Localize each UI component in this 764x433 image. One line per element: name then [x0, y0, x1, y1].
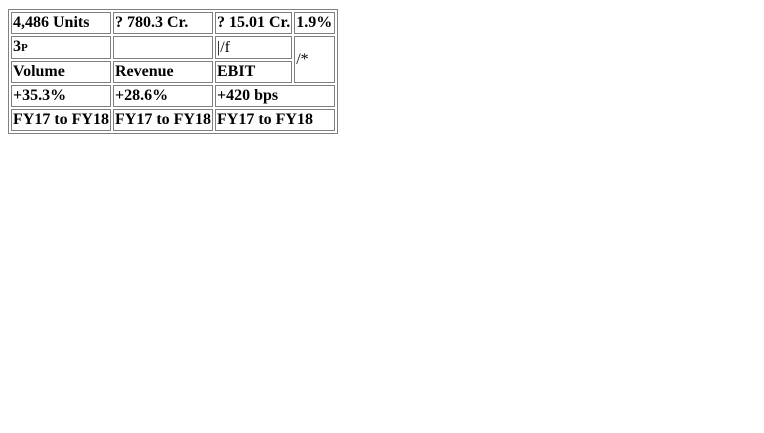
- glyph-cell-f: |/f: [215, 36, 293, 59]
- table-row: +35.3% +28.6% +420 bps: [11, 85, 336, 107]
- period-cell: FY17 to FY18: [113, 109, 213, 131]
- units-cell: 4,486 Units: [11, 12, 111, 34]
- table-row: 3P |/f /*: [11, 36, 336, 83]
- ebit-value-cell: ? 15.01 Cr.: [215, 12, 293, 34]
- financial-highlights-table: 4,486 Units ? 780.3 Cr. ? 15.01 Cr. 1.9%…: [8, 9, 339, 134]
- ebit-label-cell: EBIT: [215, 61, 293, 83]
- volume-label-cell: Volume: [11, 61, 111, 83]
- ebit-change-cell: +420 bps: [215, 85, 336, 107]
- table-row: 4,486 Units ? 780.3 Cr. ? 15.01 Cr. 1.9%: [11, 12, 336, 34]
- revenue-label-cell: Revenue: [113, 61, 213, 83]
- volume-growth-cell: +35.3%: [11, 85, 111, 107]
- revenue-value-cell: ? 780.3 Cr.: [113, 12, 213, 34]
- glyph-cell: 3P: [11, 36, 111, 59]
- period-cell: FY17 to FY18: [215, 109, 336, 131]
- glyph-cell-star: /*: [294, 36, 336, 83]
- glyph-main-text: 3: [13, 38, 21, 55]
- table-row: FY17 to FY18 FY17 to FY18 FY17 to FY18: [11, 109, 336, 131]
- glyph-small-text: P: [21, 42, 28, 54]
- table-row: Volume Revenue EBIT: [11, 61, 335, 83]
- period-cell: FY17 to FY18: [11, 109, 111, 131]
- revenue-growth-cell: +28.6%: [113, 85, 213, 107]
- ebit-margin-cell: 1.9%: [294, 12, 336, 34]
- empty-cell: [113, 36, 213, 59]
